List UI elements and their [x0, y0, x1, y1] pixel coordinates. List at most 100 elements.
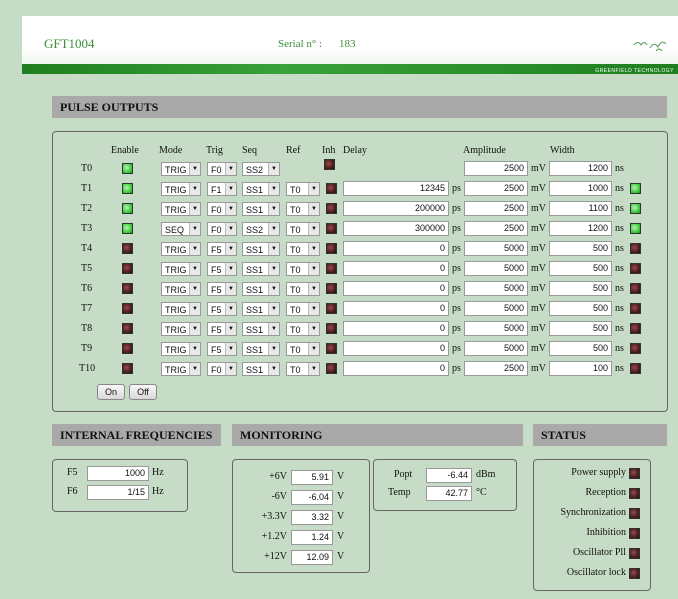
- inhibit-toggle[interactable]: [326, 283, 337, 294]
- ref-select[interactable]: T0 ▼: [286, 242, 320, 256]
- ref-select[interactable]: T0 ▼: [286, 342, 320, 356]
- width-input[interactable]: 500: [549, 301, 612, 316]
- trig-select[interactable]: F0 ▼: [207, 202, 237, 216]
- ref-select[interactable]: T0 ▼: [286, 322, 320, 336]
- enable-toggle[interactable]: [122, 343, 133, 354]
- amplitude-input[interactable]: 5000: [464, 261, 528, 276]
- enable-toggle[interactable]: [122, 363, 133, 374]
- inhibit-toggle[interactable]: [326, 323, 337, 334]
- trig-select[interactable]: F0 ▼: [207, 222, 237, 236]
- width-input[interactable]: 100: [549, 361, 612, 376]
- amplitude-input[interactable]: 2500: [464, 161, 528, 176]
- amplitude-input[interactable]: 2500: [464, 201, 528, 216]
- width-input[interactable]: 500: [549, 281, 612, 296]
- seq-select[interactable]: SS1 ▼: [242, 202, 280, 216]
- mode-select[interactable]: TRIG ▼: [161, 322, 201, 336]
- trig-select[interactable]: F5 ▼: [207, 302, 237, 316]
- trig-select[interactable]: F5 ▼: [207, 322, 237, 336]
- inhibit-toggle[interactable]: [326, 223, 337, 234]
- width-input[interactable]: 1100: [549, 201, 612, 216]
- seq-select[interactable]: SS2 ▼: [242, 222, 280, 236]
- inhibit-toggle[interactable]: [326, 303, 337, 314]
- amplitude-input[interactable]: 5000: [464, 281, 528, 296]
- freq-input[interactable]: 1/15: [87, 485, 149, 500]
- enable-toggle[interactable]: [122, 303, 133, 314]
- delay-input[interactable]: 0: [343, 301, 449, 316]
- amplitude-input[interactable]: 5000: [464, 241, 528, 256]
- ref-select[interactable]: T0 ▼: [286, 222, 320, 236]
- inhibit-toggle[interactable]: [326, 183, 337, 194]
- delay-input[interactable]: 0: [343, 261, 449, 276]
- width-input[interactable]: 1200: [549, 221, 612, 236]
- enable-toggle[interactable]: [122, 243, 133, 254]
- mode-select[interactable]: TRIG ▼: [161, 262, 201, 276]
- inhibit-toggle[interactable]: [326, 243, 337, 254]
- delay-input[interactable]: 0: [343, 341, 449, 356]
- delay-input[interactable]: 12345: [343, 181, 449, 196]
- enable-toggle[interactable]: [122, 163, 133, 174]
- mode-select[interactable]: TRIG ▼: [161, 342, 201, 356]
- inhibit-toggle[interactable]: [326, 343, 337, 354]
- ref-select[interactable]: T0 ▼: [286, 362, 320, 376]
- delay-input[interactable]: 0: [343, 241, 449, 256]
- inhibit-toggle[interactable]: [326, 263, 337, 274]
- trig-select[interactable]: F5 ▼: [207, 262, 237, 276]
- width-input[interactable]: 500: [549, 261, 612, 276]
- seq-select[interactable]: SS1 ▼: [242, 342, 280, 356]
- mode-select[interactable]: TRIG ▼: [161, 242, 201, 256]
- mode-select[interactable]: TRIG ▼: [161, 282, 201, 296]
- trig-select[interactable]: F0 ▼: [207, 162, 237, 176]
- width-input[interactable]: 500: [549, 321, 612, 336]
- enable-toggle[interactable]: [122, 203, 133, 214]
- enable-toggle[interactable]: [122, 183, 133, 194]
- amplitude-input[interactable]: 2500: [464, 181, 528, 196]
- ref-select[interactable]: T0 ▼: [286, 302, 320, 316]
- ref-select[interactable]: T0 ▼: [286, 282, 320, 296]
- trig-select[interactable]: F5 ▼: [207, 242, 237, 256]
- seq-select[interactable]: SS1 ▼: [242, 322, 280, 336]
- seq-select[interactable]: SS2 ▼: [242, 162, 280, 176]
- amplitude-input[interactable]: 5000: [464, 301, 528, 316]
- delay-input[interactable]: 0: [343, 321, 449, 336]
- mode-select[interactable]: TRIG ▼: [161, 302, 201, 316]
- on-button[interactable]: On: [97, 384, 125, 400]
- mode-select[interactable]: TRIG ▼: [161, 162, 201, 176]
- enable-toggle[interactable]: [122, 263, 133, 274]
- amplitude-input[interactable]: 2500: [464, 361, 528, 376]
- ref-select[interactable]: T0 ▼: [286, 182, 320, 196]
- seq-select[interactable]: SS1 ▼: [242, 262, 280, 276]
- enable-toggle[interactable]: [122, 223, 133, 234]
- trig-select[interactable]: F5 ▼: [207, 282, 237, 296]
- mode-select[interactable]: TRIG ▼: [161, 182, 201, 196]
- freq-input[interactable]: 1000: [87, 466, 149, 481]
- delay-input[interactable]: 200000: [343, 201, 449, 216]
- amplitude-input[interactable]: 5000: [464, 321, 528, 336]
- mode-select[interactable]: TRIG ▼: [161, 202, 201, 216]
- trig-select[interactable]: F1 ▼: [207, 182, 237, 196]
- ref-select[interactable]: T0 ▼: [286, 262, 320, 276]
- seq-select[interactable]: SS1 ▼: [242, 242, 280, 256]
- trig-select[interactable]: F0 ▼: [207, 362, 237, 376]
- amplitude-input[interactable]: 5000: [464, 341, 528, 356]
- trig-select[interactable]: F5 ▼: [207, 342, 237, 356]
- off-button[interactable]: Off: [129, 384, 157, 400]
- delay-input[interactable]: 300000: [343, 221, 449, 236]
- width-input[interactable]: 1000: [549, 181, 612, 196]
- amplitude-input[interactable]: 2500: [464, 221, 528, 236]
- delay-input[interactable]: 0: [343, 281, 449, 296]
- inhibit-toggle[interactable]: [326, 363, 337, 374]
- enable-toggle[interactable]: [122, 323, 133, 334]
- width-input[interactable]: 500: [549, 241, 612, 256]
- seq-select[interactable]: SS1 ▼: [242, 282, 280, 296]
- mode-select[interactable]: SEQ ▼: [161, 222, 201, 236]
- inhibit-toggle[interactable]: [324, 159, 335, 170]
- width-input[interactable]: 1200: [549, 161, 612, 176]
- seq-select[interactable]: SS1 ▼: [242, 182, 280, 196]
- ref-select[interactable]: T0 ▼: [286, 202, 320, 216]
- mode-select[interactable]: TRIG ▼: [161, 362, 201, 376]
- seq-select[interactable]: SS1 ▼: [242, 362, 280, 376]
- inhibit-toggle[interactable]: [326, 203, 337, 214]
- delay-input[interactable]: 0: [343, 361, 449, 376]
- enable-toggle[interactable]: [122, 283, 133, 294]
- width-input[interactable]: 500: [549, 341, 612, 356]
